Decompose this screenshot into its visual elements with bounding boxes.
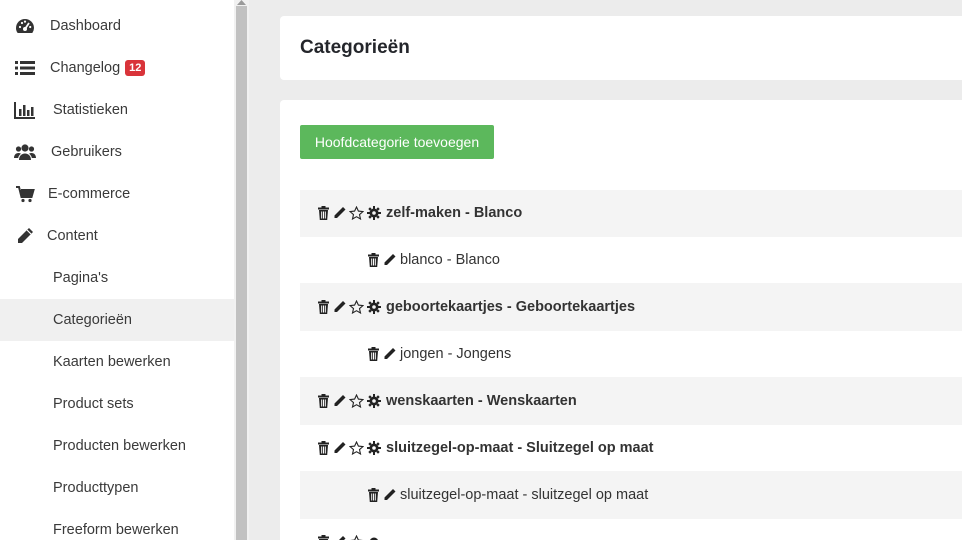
dashboard-icon [14, 16, 36, 36]
sidebar-subitem-paginas[interactable]: Pagina's [0, 257, 234, 299]
sidebar-subitem-producten-bewerken[interactable]: Producten bewerken [0, 425, 234, 467]
category-row-partial [300, 519, 962, 540]
sidebar-item-label: Statistieken [53, 102, 128, 118]
add-main-category-button[interactable]: Hoofdcategorie toevoegen [300, 125, 494, 159]
sidebar-item-dashboard[interactable]: Dashboard [0, 5, 234, 47]
pencil-icon[interactable] [333, 394, 346, 408]
category-row: blanco - Blanco [300, 237, 962, 284]
category-row: sluitzegel-op-maat - sluitzegel op maat [300, 472, 962, 519]
sidebar-item-label: Gebruikers [51, 144, 122, 160]
sidebar-item-e-commerce[interactable]: E-commerce [0, 173, 234, 215]
sidebar-item-label: Content [47, 228, 98, 244]
sidebar-subitem-categorieen[interactable]: Categorieën [0, 299, 234, 341]
gear-icon[interactable] [367, 535, 381, 540]
pencil-icon[interactable] [383, 347, 396, 361]
star-icon[interactable] [348, 440, 365, 456]
pencil-icon [14, 226, 36, 246]
users-icon [14, 142, 36, 162]
pencil-icon[interactable] [333, 535, 346, 540]
star-icon[interactable] [348, 205, 365, 221]
trash-icon[interactable] [367, 347, 380, 361]
star-icon[interactable] [349, 534, 364, 540]
scroll-up-arrow-icon[interactable] [237, 0, 246, 5]
pencil-icon[interactable] [383, 253, 396, 267]
category-label[interactable]: zelf-maken - Blanco [386, 205, 522, 221]
category-row: wenskaarten - Wenskaarten [300, 378, 962, 425]
page-title: Categorieën [300, 37, 410, 58]
category-row: sluitzegel-op-maat - Sluitzegel op maat [300, 425, 962, 472]
trash-icon[interactable] [317, 206, 330, 220]
pencil-icon[interactable] [333, 206, 346, 220]
star-icon[interactable] [348, 299, 365, 315]
category-label[interactable]: geboortekaartjes - Geboortekaartjes [386, 299, 635, 315]
page-header: Categorieën [280, 16, 962, 80]
sidebar: Dashboard Changelog 12 Statistieken Gebru… [0, 0, 234, 540]
category-label[interactable]: sluitzegel-op-maat - sluitzegel op maat [400, 487, 648, 503]
category-label[interactable]: sluitzegel-op-maat - Sluitzegel op maat [386, 440, 653, 456]
star-icon[interactable] [348, 393, 365, 409]
sidebar-item-changelog[interactable]: Changelog 12 [0, 47, 234, 89]
list-icon [14, 58, 36, 78]
sidebar-item-label: Product sets [53, 396, 134, 412]
category-row: jongen - Jongens [300, 331, 962, 378]
sidebar-item-label: Producten bewerken [53, 438, 186, 454]
gear-icon[interactable] [367, 394, 381, 408]
category-row: zelf-maken - Blanco [300, 190, 962, 237]
category-label[interactable]: blanco - Blanco [400, 252, 500, 268]
sidebar-subitem-product-sets[interactable]: Product sets [0, 383, 234, 425]
category-label[interactable]: jongen - Jongens [400, 346, 511, 362]
sidebar-item-statistieken[interactable]: Statistieken [0, 89, 234, 131]
pencil-icon[interactable] [383, 488, 396, 502]
sidebar-item-label: Categorieën [53, 312, 132, 328]
sidebar-item-label: E-commerce [48, 186, 131, 202]
gear-icon[interactable] [367, 441, 381, 455]
sidebar-item-label: Dashboard [50, 18, 121, 34]
sidebar-subitem-producttypen[interactable]: Producttypen [0, 467, 234, 509]
category-label[interactable]: wenskaarten - Wenskaarten [386, 393, 577, 409]
sidebar-item-content[interactable]: Content [0, 215, 234, 257]
trash-icon[interactable] [317, 394, 330, 408]
gear-icon[interactable] [367, 300, 381, 314]
trash-icon[interactable] [317, 441, 330, 455]
trash-icon[interactable] [317, 300, 330, 314]
trash-icon[interactable] [317, 535, 330, 540]
sidebar-item-label: Freeform bewerken [53, 522, 179, 538]
changelog-count-badge: 12 [125, 60, 146, 76]
categories-panel: Hoofdcategorie toevoegen zelf-maken - Bl… [280, 100, 962, 540]
gear-icon[interactable] [367, 206, 381, 220]
sidebar-item-label: Producttypen [53, 480, 139, 496]
trash-icon[interactable] [367, 253, 380, 267]
bar-chart-icon [14, 100, 36, 120]
sidebar-item-gebruikers[interactable]: Gebruikers [0, 131, 234, 173]
sidebar-item-label: Changelog [50, 60, 121, 76]
pencil-icon[interactable] [333, 441, 346, 455]
category-row: geboortekaartjes - Geboortekaartjes [300, 284, 962, 331]
sidebar-item-label: Pagina's [53, 270, 109, 286]
sidebar-subitem-kaarten-bewerken[interactable]: Kaarten bewerken [0, 341, 234, 383]
pencil-icon[interactable] [333, 300, 346, 314]
cart-icon [14, 184, 36, 204]
trash-icon[interactable] [367, 488, 380, 502]
sidebar-scrollbar-thumb[interactable] [236, 6, 247, 540]
sidebar-item-label: Kaarten bewerken [53, 354, 171, 370]
sidebar-subitem-freeform-bewerken[interactable]: Freeform bewerken [0, 509, 234, 540]
